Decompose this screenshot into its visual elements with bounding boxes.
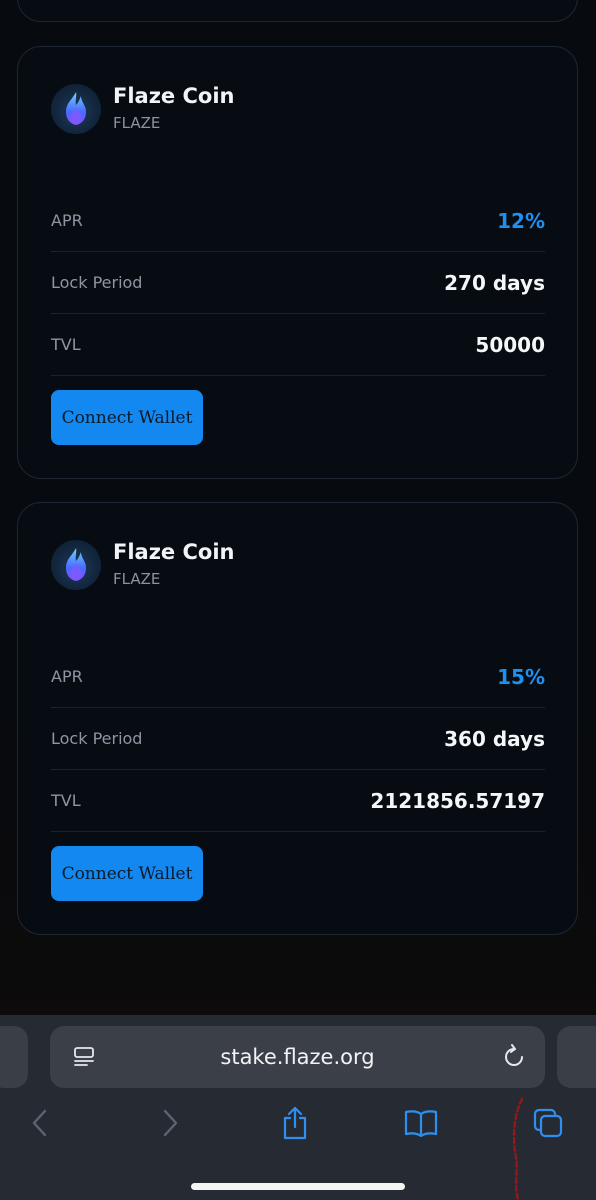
- stats-list: APR 15% Lock Period 360 days TVL 2121856…: [51, 646, 545, 832]
- staking-card: Flaze Coin FLAZE APR 15% Lock Period 360…: [17, 502, 578, 935]
- forward-icon[interactable]: [148, 1103, 192, 1143]
- coin-header: Flaze Coin FLAZE: [51, 539, 234, 591]
- bookmarks-icon[interactable]: [399, 1103, 443, 1143]
- lock-period-label: Lock Period: [51, 729, 143, 748]
- next-tab-preview[interactable]: [557, 1026, 596, 1088]
- red-annotation-mark: [512, 1097, 524, 1200]
- connect-wallet-button[interactable]: Connect Wallet: [51, 390, 203, 445]
- staking-page: Flaze Coin FLAZE APR 12% Lock Period 270…: [0, 0, 596, 1015]
- lock-period-value: 360 days: [444, 726, 545, 751]
- tabs-icon[interactable]: [526, 1103, 570, 1143]
- staking-card: Flaze Coin FLAZE APR 12% Lock Period 270…: [17, 46, 578, 479]
- tvl-value: 50000: [475, 332, 545, 357]
- coin-name: Flaze Coin: [113, 540, 235, 564]
- reload-icon[interactable]: [501, 1044, 527, 1074]
- tvl-value: 2121856.57197: [370, 788, 545, 813]
- apr-value: 15%: [497, 664, 545, 689]
- apr-label: APR: [51, 667, 83, 686]
- apr-row: APR 15%: [51, 646, 545, 708]
- browser-toolbar: [0, 1095, 596, 1151]
- coin-symbol: FLAZE: [113, 114, 161, 132]
- tvl-row: TVL 50000: [51, 314, 545, 376]
- apr-value: 12%: [497, 208, 545, 233]
- lock-period-row: Lock Period 360 days: [51, 708, 545, 770]
- reader-mode-icon[interactable]: [72, 1045, 96, 1073]
- coin-symbol: FLAZE: [113, 570, 161, 588]
- connect-wallet-button[interactable]: Connect Wallet: [51, 846, 203, 901]
- tvl-label: TVL: [51, 335, 81, 354]
- coin-name: Flaze Coin: [113, 84, 235, 108]
- home-indicator[interactable]: [191, 1183, 405, 1190]
- lock-period-label: Lock Period: [51, 273, 143, 292]
- stats-list: APR 12% Lock Period 270 days TVL 50000: [51, 190, 545, 376]
- lock-period-value: 270 days: [444, 270, 545, 295]
- flame-logo-icon: [51, 540, 101, 590]
- apr-row: APR 12%: [51, 190, 545, 252]
- lock-period-row: Lock Period 270 days: [51, 252, 545, 314]
- browser-chrome: stake.flaze.org: [0, 1015, 596, 1200]
- previous-tab-preview[interactable]: [0, 1026, 28, 1088]
- staking-card-previous: [17, 0, 578, 22]
- apr-label: APR: [51, 211, 83, 230]
- coin-header: Flaze Coin FLAZE: [51, 83, 234, 135]
- flame-logo-icon: [51, 84, 101, 134]
- address-bar[interactable]: stake.flaze.org: [50, 1026, 545, 1088]
- tvl-label: TVL: [51, 791, 81, 810]
- tvl-row: TVL 2121856.57197: [51, 770, 545, 832]
- back-icon[interactable]: [18, 1103, 62, 1143]
- url-text[interactable]: stake.flaze.org: [220, 1045, 374, 1069]
- share-icon[interactable]: [273, 1103, 317, 1143]
